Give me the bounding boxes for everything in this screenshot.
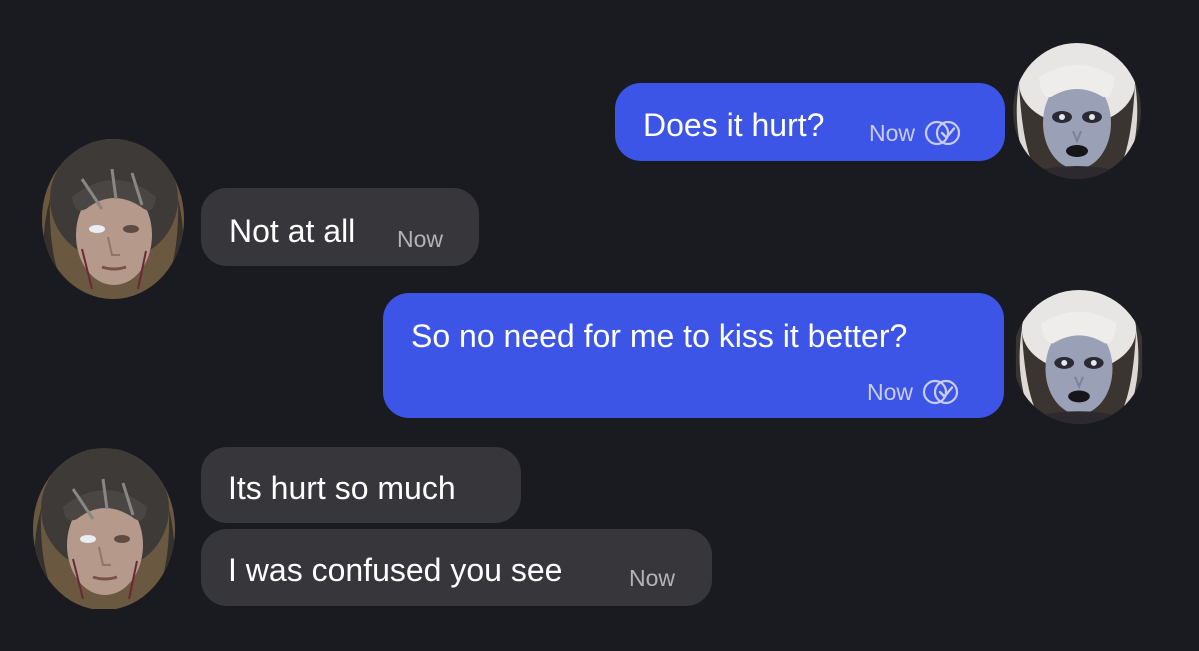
message-time: Now <box>629 565 676 591</box>
double-check-read-icon <box>924 120 961 146</box>
self-avatar[interactable] <box>1013 290 1145 424</box>
message-time: Now <box>869 119 916 146</box>
message-meta: Now <box>867 378 961 406</box>
double-check-read-icon <box>922 379 959 405</box>
pale-elf-avatar-icon <box>1015 290 1143 424</box>
message-time: Now <box>397 226 444 252</box>
outgoing-message-bubble[interactable]: Does it hurt? Now <box>615 83 1005 161</box>
message-text: Not at all <box>229 213 356 249</box>
message-time: Now <box>867 378 914 405</box>
outgoing-message-bubble[interactable]: So no need for me to kiss it better? Now <box>383 293 1004 418</box>
message-text: I was confused you see <box>228 552 563 588</box>
dark-haired-man-avatar-icon <box>42 139 184 299</box>
message-meta: Now <box>397 228 443 251</box>
message-meta: Now <box>869 119 963 147</box>
incoming-message-bubble[interactable]: Its hurt so much <box>201 447 521 523</box>
pale-elf-avatar-icon <box>1013 43 1141 179</box>
chat-thread: Does it hurt? Now Not at all Now So no n… <box>0 0 1199 651</box>
contact-avatar[interactable] <box>42 139 184 299</box>
incoming-message-bubble[interactable]: Not at all Now <box>201 188 479 266</box>
incoming-message-bubble[interactable]: I was confused you see Now <box>201 529 712 606</box>
message-text: So no need for me to kiss it better? <box>411 318 908 354</box>
message-meta: Now <box>629 567 675 590</box>
self-avatar[interactable] <box>1013 43 1141 179</box>
dark-haired-man-avatar-icon <box>33 448 175 609</box>
message-text: Its hurt so much <box>228 470 456 506</box>
message-text: Does it hurt? <box>643 107 825 143</box>
contact-avatar[interactable] <box>33 448 175 610</box>
